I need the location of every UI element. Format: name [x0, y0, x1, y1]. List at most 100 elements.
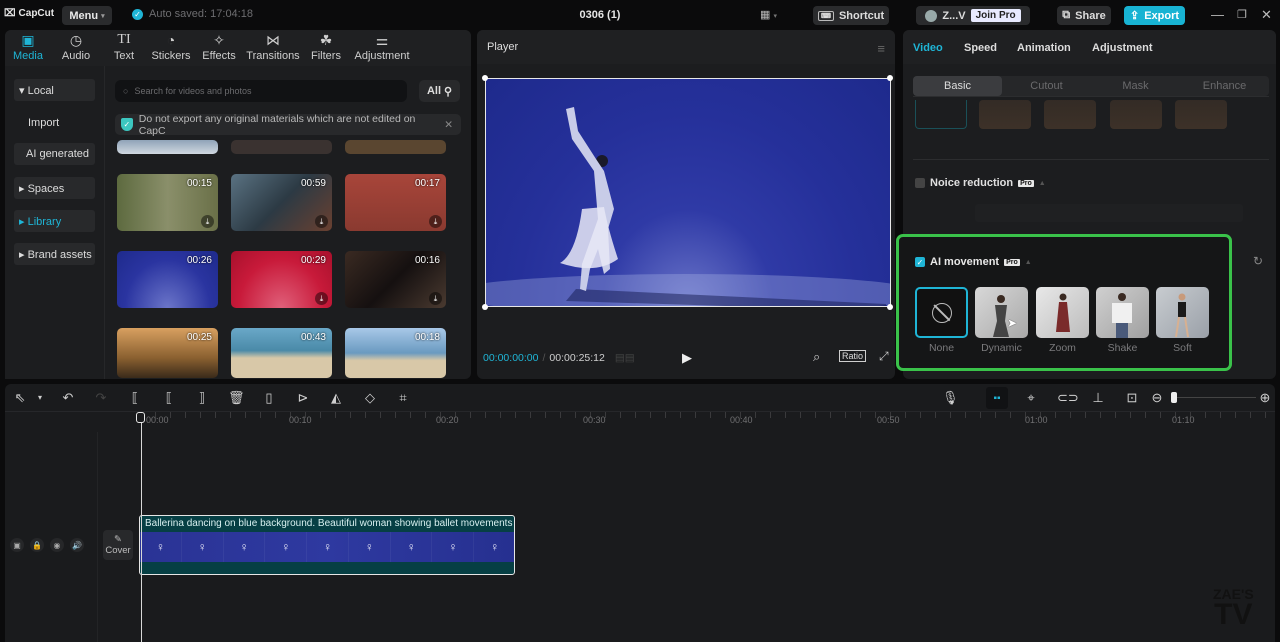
- zoom-slider[interactable]: [1171, 397, 1256, 398]
- media-thumbnail[interactable]: 00:15 ⤓: [117, 174, 218, 231]
- search-input[interactable]: ○ Search for videos and photos: [115, 80, 407, 102]
- split-right-icon[interactable]: ⟧: [194, 390, 210, 406]
- freeze-icon[interactable]: ▯: [261, 390, 277, 406]
- media-thumbnail[interactable]: [345, 140, 446, 154]
- zoom-slider-handle[interactable]: [1171, 392, 1177, 403]
- crop-icon[interactable]: ⌗: [395, 390, 411, 406]
- sidebar-item-import[interactable]: Import: [14, 112, 95, 134]
- chevron-up-icon[interactable]: ▲: [1025, 259, 1032, 266]
- media-thumbnail[interactable]: 00:18: [345, 328, 446, 378]
- sidebar-item-local[interactable]: ▾ Local: [14, 79, 95, 101]
- resize-handle[interactable]: [482, 304, 488, 310]
- tab-filters[interactable]: ☘ Filters: [309, 32, 343, 64]
- reverse-play-icon[interactable]: ⊳: [295, 390, 311, 406]
- tab-stickers[interactable]: ◔ Stickers: [150, 32, 192, 64]
- movement-option-none[interactable]: [915, 287, 968, 338]
- subtab-enhance[interactable]: Enhance: [1180, 76, 1269, 96]
- media-thumbnail[interactable]: 00:43: [231, 328, 332, 378]
- zoom-in-icon[interactable]: ⊕: [1257, 390, 1273, 406]
- export-button[interactable]: ⇪ Export: [1124, 6, 1185, 25]
- preset-none-faded[interactable]: [915, 100, 967, 129]
- resize-handle[interactable]: [887, 75, 893, 81]
- tab-text[interactable]: TI Text: [109, 32, 139, 64]
- play-button[interactable]: ▶: [682, 350, 692, 366]
- eye-icon[interactable]: ◉: [50, 538, 64, 552]
- movement-option-shake[interactable]: [1096, 287, 1149, 338]
- auto-snap-icon[interactable]: ⌖: [1023, 390, 1039, 406]
- media-thumbnail[interactable]: 00:17 ⤓: [345, 174, 446, 231]
- media-thumbnail[interactable]: 00:26: [117, 251, 218, 308]
- media-thumbnail[interactable]: 00:59 ⤓: [231, 174, 332, 231]
- split-left-icon[interactable]: ⟦: [161, 390, 177, 406]
- track-thumbnail-icon[interactable]: ▣: [10, 538, 24, 552]
- mirror-icon[interactable]: ◭: [328, 390, 344, 406]
- undo-icon[interactable]: ↶: [60, 390, 76, 406]
- tab-animation[interactable]: Animation: [1017, 42, 1071, 54]
- zoom-to-fit-icon[interactable]: ⊡: [1124, 390, 1140, 406]
- rotate-icon[interactable]: ◇: [362, 390, 378, 406]
- microphone-icon[interactable]: 🎙: [942, 390, 959, 406]
- media-thumbnail[interactable]: 00:16 ⤓: [345, 251, 446, 308]
- tab-speed[interactable]: Speed: [964, 42, 997, 54]
- preview-axis-icon[interactable]: ⊥: [1090, 390, 1106, 406]
- resize-handle[interactable]: [482, 75, 488, 81]
- filter-button[interactable]: All ⚲: [419, 80, 460, 102]
- movement-option-dynamic[interactable]: [975, 287, 1028, 338]
- tab-video[interactable]: Video: [913, 42, 943, 54]
- grid-icon[interactable]: ▤▤: [615, 352, 635, 364]
- download-icon[interactable]: ⤓: [429, 215, 442, 228]
- shortcut-button[interactable]: ⌨ Shortcut: [813, 6, 889, 25]
- layout-button[interactable]: ▦ ▾: [760, 8, 777, 21]
- tab-media[interactable]: ▣ Media: [11, 32, 45, 64]
- menu-icon[interactable]: ≡: [877, 41, 885, 56]
- noise-level-select[interactable]: [975, 204, 1243, 222]
- sidebar-item-spaces[interactable]: ▸ Spaces: [14, 177, 95, 199]
- download-icon[interactable]: ⤓: [315, 292, 328, 305]
- speaker-icon[interactable]: 🔊: [70, 538, 84, 552]
- playhead[interactable]: [141, 412, 142, 642]
- tab-audio[interactable]: ◷ Audio: [57, 32, 95, 64]
- sidebar-item-brand-assets[interactable]: ▸ Brand assets: [14, 243, 95, 265]
- noise-reduction-checkbox[interactable]: [915, 178, 925, 188]
- media-thumbnail[interactable]: 00:25: [117, 328, 218, 378]
- tab-effects[interactable]: ✧ Effects: [201, 32, 237, 64]
- download-icon[interactable]: ⤓: [315, 215, 328, 228]
- media-thumbnail[interactable]: 00:29 ⤓: [231, 251, 332, 308]
- preset-thumbnail[interactable]: [979, 100, 1031, 129]
- close-button[interactable]: ✕: [1261, 7, 1272, 23]
- fullscreen-icon[interactable]: ⤢: [879, 349, 889, 364]
- zoom-preview-icon[interactable]: ⌕: [813, 349, 820, 365]
- video-clip[interactable]: Ballerina dancing on blue background. Be…: [139, 515, 515, 575]
- media-thumbnail[interactable]: [231, 140, 332, 154]
- select-tool-icon[interactable]: ⇖: [12, 390, 28, 406]
- close-notice-icon[interactable]: ✕: [444, 119, 453, 131]
- sidebar-item-library[interactable]: ▸ Library: [14, 210, 95, 232]
- preset-thumbnail[interactable]: [1044, 100, 1096, 129]
- tab-adjustment[interactable]: ⚌ Adjustment: [353, 32, 411, 64]
- subtab-mask[interactable]: Mask: [1091, 76, 1180, 96]
- video-preview[interactable]: [485, 78, 891, 307]
- cover-button[interactable]: ✎ Cover: [103, 530, 133, 560]
- join-pro-button[interactable]: Join Pro: [970, 9, 1021, 22]
- timeline-ruler[interactable]: 00:00 00:10 00:20 00:30 00:40 00:50 01:0…: [140, 412, 1275, 432]
- playhead-handle[interactable]: [136, 412, 145, 423]
- lock-icon[interactable]: 🔒: [30, 538, 44, 552]
- split-icon[interactable]: ⟦: [127, 390, 143, 406]
- delete-icon[interactable]: 🗑: [228, 390, 245, 406]
- preset-thumbnail[interactable]: [1175, 100, 1227, 129]
- user-account-button[interactable]: Z...V Join Pro: [916, 6, 1030, 25]
- subtab-basic[interactable]: Basic: [913, 76, 1002, 96]
- resize-handle[interactable]: [887, 304, 893, 310]
- movement-option-zoom[interactable]: [1036, 287, 1089, 338]
- reset-icon[interactable]: ↻: [1253, 254, 1263, 268]
- download-icon[interactable]: ⤓: [429, 292, 442, 305]
- link-icon[interactable]: ⊂⊃: [1057, 390, 1079, 406]
- minimize-button[interactable]: —: [1211, 7, 1224, 22]
- preset-thumbnail[interactable]: [1110, 100, 1162, 129]
- main-track-magnet-toggle[interactable]: ▪▪: [986, 387, 1008, 409]
- chevron-down-icon[interactable]: ▾: [32, 393, 48, 402]
- media-thumbnail[interactable]: [117, 140, 218, 154]
- sidebar-item-ai-generated[interactable]: AI generated: [14, 143, 95, 165]
- chevron-up-icon[interactable]: ▲: [1039, 180, 1046, 187]
- zoom-out-icon[interactable]: ⊖: [1149, 390, 1165, 406]
